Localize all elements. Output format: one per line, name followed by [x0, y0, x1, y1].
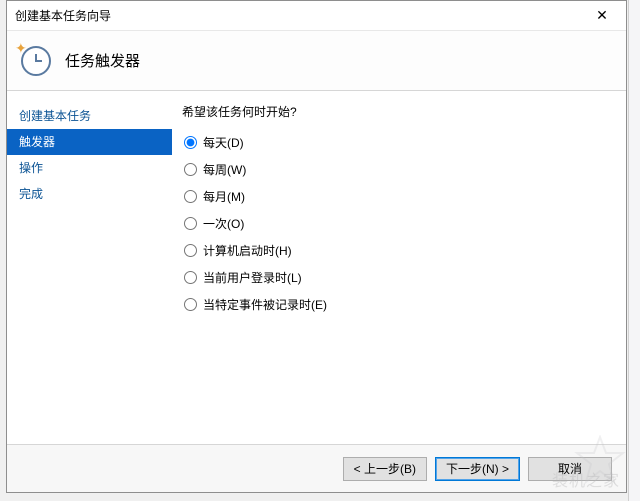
radio-label: 当前用户登录时(L) [203, 269, 302, 286]
window-title: 创建基本任务向导 [15, 7, 580, 24]
trigger-option-daily[interactable]: 每天(D) [184, 134, 606, 151]
wizard-body: 创建基本任务 触发器 操作 完成 希望该任务何时开始? 每天(D) 每周(W) … [7, 91, 626, 444]
trigger-options: 每天(D) 每周(W) 每月(M) 一次(O) 计算机启动时(H) [182, 134, 606, 313]
radio-startup[interactable] [184, 244, 197, 257]
radio-logon[interactable] [184, 271, 197, 284]
radio-label: 每周(W) [203, 161, 246, 178]
wizard-dialog: 创建基本任务向导 ✕ ✦ 任务触发器 创建基本任务 触发器 操作 完成 希望该任… [6, 0, 627, 493]
next-button[interactable]: 下一步(N) > [435, 457, 520, 481]
window-edge [628, 0, 640, 501]
trigger-option-startup[interactable]: 计算机启动时(H) [184, 242, 606, 259]
close-button[interactable]: ✕ [580, 2, 624, 30]
radio-daily[interactable] [184, 136, 197, 149]
radio-once[interactable] [184, 217, 197, 230]
wizard-footer: < 上一步(B) 下一步(N) > 取消 [7, 444, 626, 492]
wizard-main: 希望该任务何时开始? 每天(D) 每周(W) 每月(M) 一次(O) [172, 91, 626, 444]
new-sparkle-icon: ✦ [15, 40, 27, 57]
clock-icon: ✦ [21, 46, 51, 76]
radio-label: 每天(D) [203, 134, 244, 151]
wizard-step-title: 任务触发器 [65, 50, 140, 71]
trigger-option-monthly[interactable]: 每月(M) [184, 188, 606, 205]
radio-label: 一次(O) [203, 215, 244, 232]
trigger-option-once[interactable]: 一次(O) [184, 215, 606, 232]
back-button[interactable]: < 上一步(B) [343, 457, 427, 481]
radio-weekly[interactable] [184, 163, 197, 176]
trigger-option-logon[interactable]: 当前用户登录时(L) [184, 269, 606, 286]
trigger-option-weekly[interactable]: 每周(W) [184, 161, 606, 178]
sidebar-item-finish[interactable]: 完成 [7, 181, 172, 207]
radio-monthly[interactable] [184, 190, 197, 203]
sidebar-item-trigger[interactable]: 触发器 [7, 129, 172, 155]
cancel-button[interactable]: 取消 [528, 457, 612, 481]
wizard-sidebar: 创建基本任务 触发器 操作 完成 [7, 91, 172, 444]
titlebar: 创建基本任务向导 ✕ [7, 1, 626, 31]
sidebar-item-create-task[interactable]: 创建基本任务 [7, 103, 172, 129]
close-icon: ✕ [596, 7, 608, 24]
wizard-header: ✦ 任务触发器 [7, 31, 626, 91]
trigger-option-event[interactable]: 当特定事件被记录时(E) [184, 296, 606, 313]
sidebar-item-action[interactable]: 操作 [7, 155, 172, 181]
radio-label: 计算机启动时(H) [203, 242, 292, 259]
radio-label: 当特定事件被记录时(E) [203, 296, 327, 313]
radio-event[interactable] [184, 298, 197, 311]
radio-label: 每月(M) [203, 188, 245, 205]
trigger-prompt: 希望该任务何时开始? [182, 103, 606, 120]
